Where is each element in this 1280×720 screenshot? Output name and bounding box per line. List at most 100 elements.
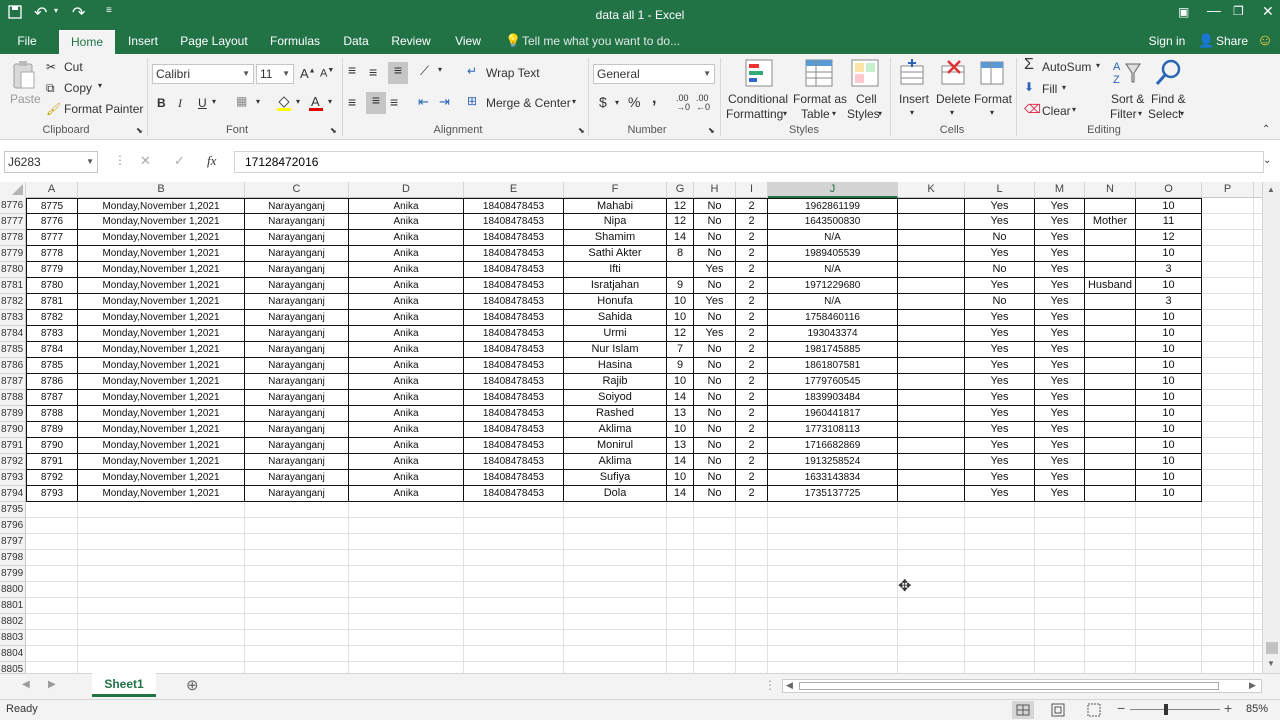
zoom-in-icon[interactable]: + [1224,700,1232,716]
minimize-icon[interactable]: — [1207,2,1221,18]
row-header[interactable]: 8797 [0,534,26,550]
cell-h[interactable]: No [694,342,736,358]
cell-a[interactable]: 8791 [26,454,78,470]
cell-g[interactable]: 13 [667,438,694,454]
cell-i[interactable]: 2 [736,262,768,278]
cell-d[interactable]: Anika [349,486,464,502]
cell-o[interactable]: 10 [1136,470,1202,486]
cell-j[interactable]: 1861807581 [768,358,898,374]
decrease-indent-icon[interactable]: ⇤ [418,94,429,110]
cancel-entry-icon[interactable]: ✕ [140,153,151,169]
cell-a[interactable]: 8790 [26,438,78,454]
fill-button[interactable]: Fill [1042,82,1057,96]
cell-c[interactable]: Narayanganj [245,310,349,326]
cell-m[interactable]: Yes [1035,262,1085,278]
cell-g[interactable]: 8 [667,246,694,262]
cell-m[interactable]: Yes [1035,198,1085,214]
cell-l[interactable]: Yes [965,326,1035,342]
cell-m[interactable]: Yes [1035,342,1085,358]
row-header[interactable]: 8799 [0,566,26,582]
row-header[interactable]: 8791 [0,438,26,454]
cell-m[interactable]: Yes [1035,230,1085,246]
autosum-button[interactable]: AutoSum [1042,60,1091,74]
row-header[interactable]: 8804 [0,646,26,662]
align-bottom-icon[interactable]: ≡ [388,62,408,84]
cell-h[interactable]: Yes [694,294,736,310]
cell-b[interactable]: Monday,November 1,2021 [78,198,245,214]
cell-c[interactable]: Narayanganj [245,422,349,438]
cell-l[interactable]: No [965,262,1035,278]
conditional-formatting-button[interactable]: Conditional [728,92,788,106]
cell-f[interactable]: Rajib [564,374,667,390]
cell-h[interactable]: No [694,470,736,486]
increase-indent-icon[interactable]: ⇥ [439,94,450,110]
cell-m[interactable]: Yes [1035,358,1085,374]
cell-e[interactable]: 18408478453 [464,198,564,214]
column-header-o[interactable]: O [1136,182,1202,198]
cell-n[interactable] [1085,358,1136,374]
scroll-thumb[interactable] [1266,642,1278,654]
cell-n[interactable] [1085,374,1136,390]
cell-k[interactable] [898,342,965,358]
cell-b[interactable]: Monday,November 1,2021 [78,278,245,294]
insert-function-button[interactable]: fx [207,153,216,169]
underline-dropdown-icon[interactable]: ▾ [212,97,216,106]
cell-b[interactable]: Monday,November 1,2021 [78,374,245,390]
cell-g[interactable]: 14 [667,390,694,406]
tab-split-handle[interactable]: ⋮ [764,678,776,692]
cell-h[interactable]: No [694,438,736,454]
cell-m[interactable]: Yes [1035,294,1085,310]
cell-i[interactable]: 2 [736,358,768,374]
cell-b[interactable]: Monday,November 1,2021 [78,470,245,486]
cell-c[interactable]: Narayanganj [245,262,349,278]
orientation-dropdown-icon[interactable]: ▾ [438,65,442,74]
cell-m[interactable]: Yes [1035,374,1085,390]
cell-i[interactable]: 2 [736,246,768,262]
row-header[interactable]: 8796 [0,518,26,534]
cell-k[interactable] [898,438,965,454]
cell-a[interactable]: 8792 [26,470,78,486]
cell-g[interactable]: 14 [667,230,694,246]
sort-filter-button[interactable]: Sort & [1111,92,1144,106]
horizontal-scrollbar[interactable]: ◀ ▶ [782,679,1262,693]
cell-b[interactable]: Monday,November 1,2021 [78,342,245,358]
cell-e[interactable]: 18408478453 [464,390,564,406]
cell-a[interactable]: 8793 [26,486,78,502]
row-header[interactable]: 8805 [0,662,26,673]
cell-l[interactable]: Yes [965,390,1035,406]
tab-review[interactable]: Review [386,30,436,54]
row-header[interactable]: 8798 [0,550,26,566]
cell-k[interactable] [898,406,965,422]
cell-d[interactable]: Anika [349,262,464,278]
confirm-entry-icon[interactable]: ✓ [174,153,185,169]
cell-o[interactable]: 3 [1136,262,1202,278]
cell-o[interactable]: 10 [1136,198,1202,214]
cell-d[interactable]: Anika [349,390,464,406]
align-left-icon[interactable]: ≡ [348,94,356,110]
cell-a[interactable]: 8789 [26,422,78,438]
find-dropdown-icon[interactable]: ▾ [1180,109,1184,118]
cell-j[interactable]: 1981745885 [768,342,898,358]
cell-b[interactable]: Monday,November 1,2021 [78,294,245,310]
cell-j[interactable]: 1716682869 [768,438,898,454]
cell-k[interactable] [898,214,965,230]
row-header[interactable]: 8803 [0,630,26,646]
cell-a[interactable]: 8784 [26,342,78,358]
cell-a[interactable]: 8778 [26,246,78,262]
cell-n[interactable] [1085,438,1136,454]
column-header-l[interactable]: L [965,182,1035,198]
cell-f[interactable]: Nipa [564,214,667,230]
format-as-table-button[interactable]: Format as [793,92,847,106]
cell-o[interactable]: 10 [1136,374,1202,390]
cut-button[interactable]: Cut [64,60,83,74]
cell-l[interactable]: Yes [965,438,1035,454]
column-header-h[interactable]: H [694,182,736,198]
tab-formulas[interactable]: Formulas [264,30,326,54]
cell-e[interactable]: 18408478453 [464,470,564,486]
cell-d[interactable]: Anika [349,422,464,438]
find-select-button[interactable]: Find & [1151,92,1186,106]
cell-d[interactable]: Anika [349,310,464,326]
cell-o[interactable]: 10 [1136,438,1202,454]
page-layout-view-icon[interactable] [1050,702,1066,720]
cell-o[interactable]: 10 [1136,310,1202,326]
